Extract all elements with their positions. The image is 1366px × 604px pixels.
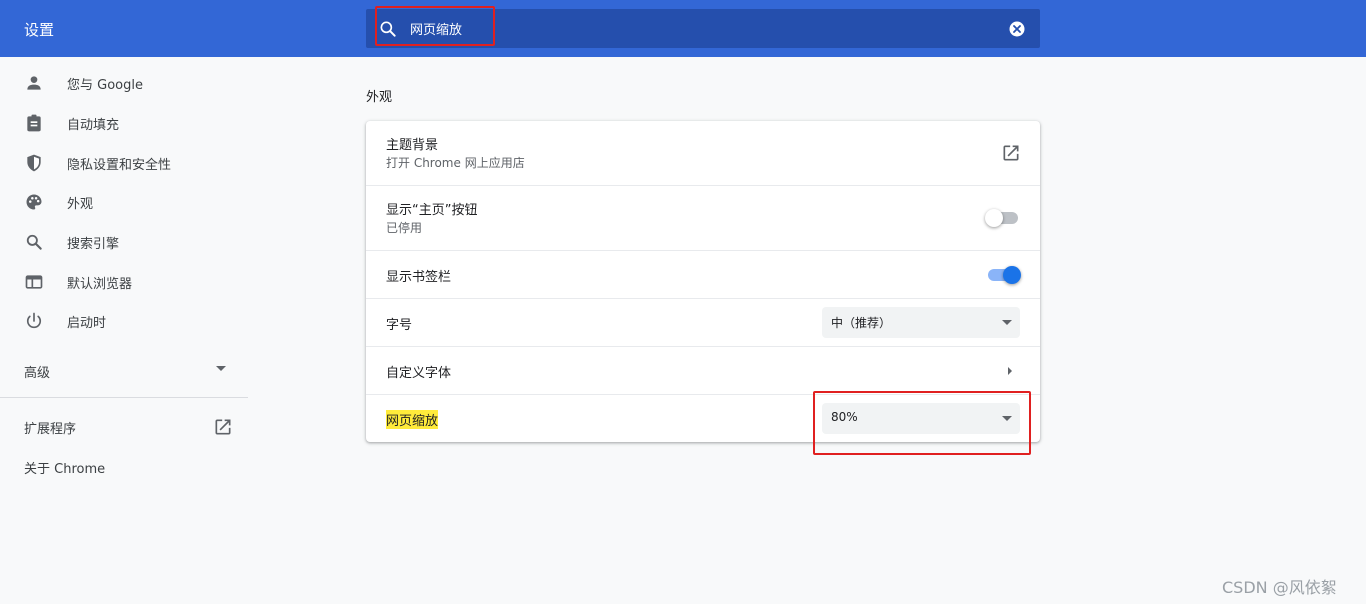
sidebar-item-appearance[interactable]: 外观 <box>0 184 248 220</box>
theme-row[interactable]: 主题背景 打开 Chrome 网上应用店 <box>366 121 1040 185</box>
sidebar-item-label: 启动时 <box>67 316 107 331</box>
open-in-new-icon <box>215 419 231 435</box>
page-zoom-value: 80% <box>831 410 858 424</box>
sidebar-advanced-label: 高级 <box>24 366 51 381</box>
sidebar-divider <box>0 397 248 398</box>
custom-fonts-row[interactable]: 自定义字体 <box>366 346 1040 394</box>
sidebar-item-on-startup[interactable]: 启动时 <box>0 303 248 339</box>
font-size-value: 中（推荐） <box>831 316 892 330</box>
appearance-card: 主题背景 打开 Chrome 网上应用店 显示“主页”按钮 已停用 显示书签栏 … <box>366 121 1040 442</box>
chevron-down-icon <box>216 366 226 371</box>
font-size-select[interactable]: 中（推荐） <box>822 307 1020 338</box>
sidebar-item-label: 扩展程序 <box>24 422 77 437</box>
bookmarks-bar-row: 显示书签栏 <box>366 250 1040 298</box>
sidebar-item-label: 外观 <box>67 197 94 212</box>
page-title: 设置 <box>24 21 55 39</box>
sidebar-item-extensions[interactable]: 扩展程序 <box>0 409 248 445</box>
section-title: 外观 <box>366 90 393 105</box>
bookmarks-bar-toggle[interactable] <box>985 265 1021 285</box>
dropdown-arrow-icon <box>1002 320 1012 325</box>
shield-icon <box>27 154 41 172</box>
browser-icon <box>25 275 43 289</box>
font-size-title: 字号 <box>386 318 413 333</box>
home-button-subtitle: 已停用 <box>386 221 423 235</box>
sidebar-item-label: 关于 Chrome <box>24 462 106 477</box>
sidebar-item-label: 隐私设置和安全性 <box>67 158 172 173</box>
search-icon <box>26 234 42 250</box>
clear-icon[interactable] <box>1008 20 1026 38</box>
watermark: CSDN @风依絮 <box>1222 578 1337 597</box>
sidebar-item-about-chrome[interactable]: 关于 Chrome <box>0 449 248 485</box>
toggle-knob <box>985 209 1003 227</box>
theme-title: 主题背景 <box>386 138 439 153</box>
dropdown-arrow-icon <box>1002 416 1012 421</box>
sidebar-item-search-engine[interactable]: 搜索引擎 <box>0 224 248 260</box>
sidebar-item-default-browser[interactable]: 默认浏览器 <box>0 264 248 300</box>
clipboard-icon <box>27 114 41 132</box>
home-button-toggle[interactable] <box>985 208 1021 228</box>
palette-icon <box>26 194 42 210</box>
sidebar: 您与 Google 自动填充 隐私设置和安全性 外观 搜索引擎 默认浏览器 启动… <box>0 57 248 604</box>
toggle-knob <box>1003 266 1021 284</box>
page-zoom-row: 网页缩放 80% <box>366 394 1040 442</box>
bookmarks-bar-title: 显示书签栏 <box>386 270 452 285</box>
home-button-title: 显示“主页”按钮 <box>386 203 478 218</box>
sidebar-advanced[interactable]: 高级 <box>0 353 248 389</box>
sidebar-item-label: 搜索引擎 <box>67 237 120 252</box>
home-button-row: 显示“主页”按钮 已停用 <box>366 185 1040 250</box>
open-in-new-icon[interactable] <box>1001 143 1021 163</box>
chevron-right-icon <box>1008 367 1012 375</box>
power-icon <box>26 312 42 329</box>
sidebar-item-privacy[interactable]: 隐私设置和安全性 <box>0 145 248 181</box>
sidebar-item-you-and-google[interactable]: 您与 Google <box>0 65 248 101</box>
page-zoom-title: 网页缩放 <box>386 410 439 429</box>
custom-fonts-title: 自定义字体 <box>386 366 452 381</box>
sidebar-item-autofill[interactable]: 自动填充 <box>0 105 248 141</box>
font-size-row: 字号 中（推荐） <box>366 298 1040 346</box>
top-bar: 设置 <box>0 0 1366 57</box>
search-box[interactable] <box>366 9 1040 48</box>
person-icon <box>27 76 41 90</box>
page-zoom-select[interactable]: 80% <box>822 403 1020 434</box>
sidebar-item-label: 您与 Google <box>67 78 143 93</box>
search-input[interactable] <box>410 16 970 40</box>
theme-subtitle: 打开 Chrome 网上应用店 <box>386 156 525 170</box>
search-icon <box>380 21 396 37</box>
sidebar-item-label: 默认浏览器 <box>67 277 133 292</box>
sidebar-item-label: 自动填充 <box>67 118 120 133</box>
